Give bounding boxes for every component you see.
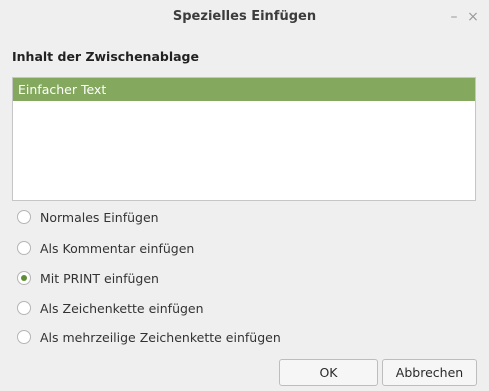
- clipboard-contents-label: Inhalt der Zwischenablage: [12, 49, 199, 64]
- list-item-plain-text[interactable]: Einfacher Text: [13, 78, 475, 101]
- title-bar[interactable]: Spezielles Einfügen – ×: [0, 0, 489, 36]
- paste-special-dialog: Spezielles Einfügen – × Inhalt der Zwisc…: [0, 0, 489, 391]
- radio-button-checked[interactable]: [17, 271, 31, 285]
- close-icon[interactable]: ×: [466, 9, 480, 25]
- option-normal-paste[interactable]: Normales Einfügen: [17, 207, 159, 227]
- option-label: Als mehrzeilige Zeichenkette einfügen: [40, 329, 281, 345]
- ok-button[interactable]: OK: [279, 359, 378, 386]
- option-paste-as-comment[interactable]: Als Kommentar einfügen: [17, 238, 194, 258]
- option-label: Als Kommentar einfügen: [40, 240, 195, 256]
- option-paste-as-multiline-string[interactable]: Als mehrzeilige Zeichenkette einfügen: [17, 327, 281, 347]
- dialog-title: Spezielles Einfügen: [172, 9, 317, 24]
- radio-button[interactable]: [17, 210, 31, 224]
- option-paste-with-print[interactable]: Mit PRINT einfügen: [17, 268, 159, 288]
- minimize-icon[interactable]: –: [447, 9, 461, 25]
- option-label: Mit PRINT einfügen: [40, 270, 159, 286]
- option-label: Normales Einfügen: [40, 209, 159, 225]
- cancel-button[interactable]: Abbrechen: [382, 359, 477, 386]
- radio-button[interactable]: [17, 301, 31, 315]
- radio-button[interactable]: [17, 241, 31, 255]
- clipboard-contents-list[interactable]: Einfacher Text: [12, 77, 476, 201]
- radio-button[interactable]: [17, 330, 31, 344]
- option-paste-as-string[interactable]: Als Zeichenkette einfügen: [17, 298, 204, 318]
- option-label: Als Zeichenkette einfügen: [40, 300, 204, 316]
